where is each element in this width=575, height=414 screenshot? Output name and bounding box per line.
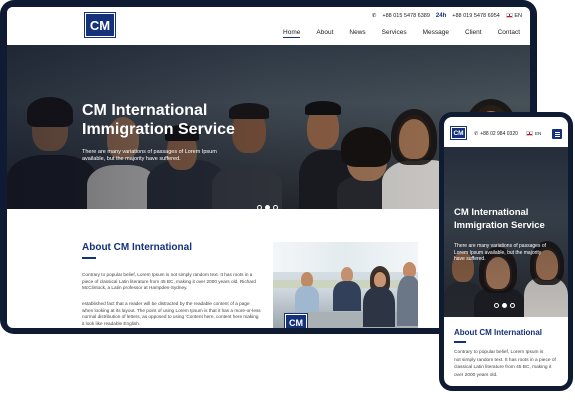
hero-description-line2: available, but the majority have suffere… [82,156,181,162]
hero-title: CM International Immigration Service [82,101,282,139]
main-nav: Home About News Services Message Client … [283,29,520,38]
mobile-about-underline [454,341,466,343]
mobile-about-line3: classical Latin literature from 45 BC, m… [454,365,552,370]
office-logo-sign: CM [284,313,308,328]
uk-flag-icon [505,13,513,19]
office-photo: CM [273,242,418,328]
mobile-slider-dot-1[interactable] [494,303,499,308]
about-p2-line4: it look like readable English. [82,320,141,326]
about-heading: About CM International [82,242,192,253]
nav-item-client[interactable]: Client [465,29,482,38]
mobile-hero-title: CM International Immigration Service [454,207,564,232]
hamburger-menu-icon[interactable] [552,129,562,139]
slider-dot-3[interactable] [273,205,278,209]
mobile-about-line2: not simply random text. It has roots in … [454,357,556,363]
mobile-slider-dots [494,303,515,308]
mobile-slider-dot-2[interactable] [502,303,507,308]
phone-24h[interactable]: +88 019 5478 6954 [452,13,500,19]
hero-slider-dots [257,205,278,209]
hero-description-line1: There are many variations of passages of… [82,149,217,155]
about-p1-line3: McClintock, a Latin professor at Hampden… [82,285,188,290]
mobile-phone[interactable]: ✆ +88 02 984 0320 [474,131,518,137]
language-selector[interactable]: EN [505,13,522,19]
mobile-language-selector[interactable]: EN [526,131,541,136]
nav-item-message[interactable]: Message [423,29,449,38]
mobile-slider-dot-3[interactable] [510,303,515,308]
mobile-about-paragraph: Contrary to popular belief, Lorem Ipsum … [454,349,566,379]
nav-item-about[interactable]: About [316,29,333,38]
slider-dot-2[interactable] [265,205,270,209]
mobile-hero-description: There are many variations of passages of… [454,243,564,263]
phone-icon: ✆ [474,131,479,137]
nav-item-contact[interactable]: Contact [498,29,520,38]
mobile-phone-number: +88 02 984 0320 [480,131,518,137]
language-label: EN [514,13,522,19]
mobile-hero-banner: CM International Immigration Service The… [444,147,568,317]
hero-title-line1: CM International [82,102,208,119]
mobile-hero-title-line1: CM International [454,207,529,218]
mobile-hero-overlay [444,147,568,317]
top-contact-bar: ✆ +88 015 5478 6389 24h +88 019 5478 695… [372,13,522,19]
hero-title-line2: Immigration Service [82,121,235,138]
phone-number[interactable]: +88 015 5478 6389 [382,13,430,19]
nav-item-news[interactable]: News [349,29,365,38]
about-p1-line1: Contrary to popular belief, Lorem Ipsum … [82,272,253,277]
site-logo[interactable]: CM [84,12,116,38]
mobile-about-heading: About CM International [454,328,542,337]
about-paragraph-1: Contrary to popular belief, Lorem Ipsum … [82,272,267,292]
uk-flag-icon [526,131,533,136]
mobile-hero-description-line3: have suffered. [454,256,486,262]
mobile-about-line4: over 2000 years old. [454,372,498,378]
mobile-logo[interactable]: CM [450,126,467,140]
about-p2-line1: established fact that a reader will be d… [82,301,250,306]
nav-item-services[interactable]: Services [382,29,407,38]
label-24h: 24h [435,13,447,19]
nav-item-home[interactable]: Home [283,29,301,38]
mobile-frame: CM ✆ +88 02 984 0320 EN CM International… [439,112,573,391]
mobile-hero-title-line2: Immigration Service [454,219,545,231]
mobile-screen: CM ✆ +88 02 984 0320 EN CM International… [444,117,568,386]
mobile-language-label: EN [535,131,542,136]
about-heading-underline [82,257,96,259]
site-header: CM ✆ +88 015 5478 6389 24h +88 019 5478 … [7,7,530,45]
phone-icon: ✆ [371,13,377,19]
hero-description: There are many variations of passages of… [82,149,222,163]
about-paragraph-2: established fact that a reader will be d… [82,301,267,327]
about-p2-line3: normal distribution of letters, as oppos… [82,314,259,319]
mobile-about-line1: Contrary to popular belief, Lorem Ipsum … [454,350,544,355]
slider-dot-1[interactable] [257,205,262,209]
